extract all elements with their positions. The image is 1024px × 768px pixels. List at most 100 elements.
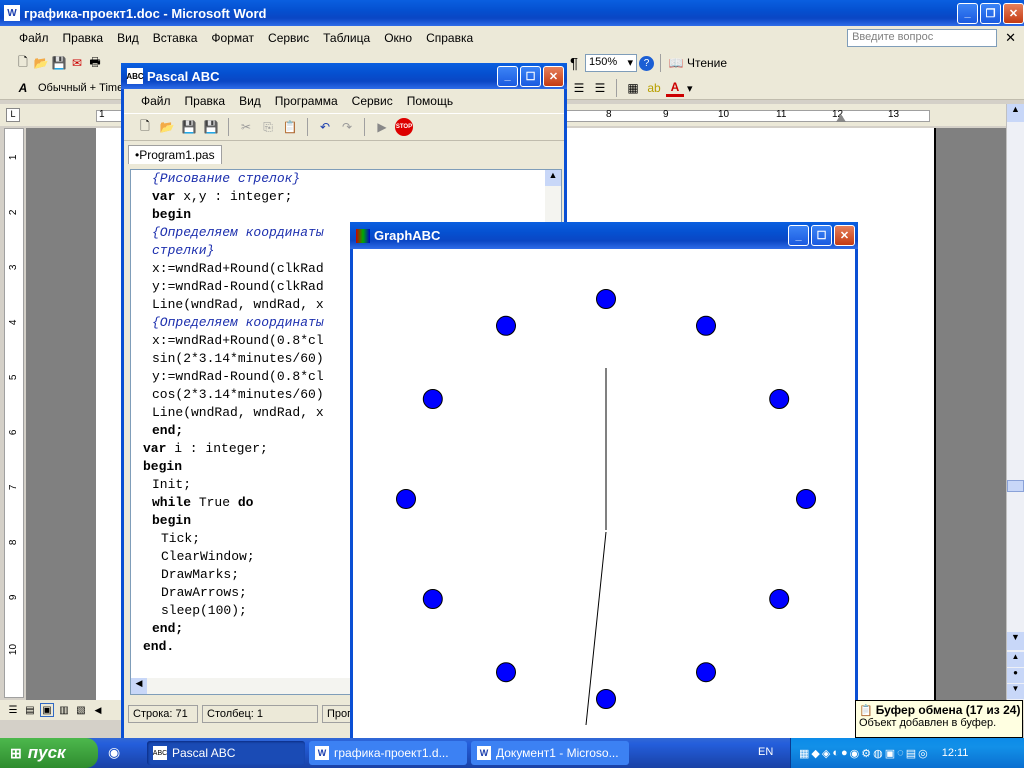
word-menu-window[interactable]: Окно xyxy=(377,31,419,45)
clock-canvas xyxy=(396,289,816,726)
scroll-up-arrow-icon[interactable]: ▲ xyxy=(545,170,561,186)
save-all-icon[interactable]: 💾 xyxy=(202,118,220,136)
undo-icon[interactable]: ↶ xyxy=(316,118,334,136)
styles-icon[interactable]: A xyxy=(14,79,32,97)
tray-app-icon[interactable]: ▤ xyxy=(906,747,916,760)
open-folder-icon[interactable]: 📂 xyxy=(32,54,50,72)
graph-minimize-button[interactable]: _ xyxy=(788,225,809,246)
permission-icon[interactable]: ✉ xyxy=(68,54,86,72)
ruler-tab-selector[interactable]: L xyxy=(6,108,20,122)
pascal-menu-service[interactable]: Сервис xyxy=(345,94,400,108)
paste-icon[interactable]: 📋 xyxy=(281,118,299,136)
cut-icon[interactable]: ✂ xyxy=(237,118,255,136)
help-icon[interactable]: ? xyxy=(639,55,654,71)
taskbar-button-pascal[interactable]: ABC Pascal ABC xyxy=(147,741,305,765)
decrease-indent-icon[interactable]: ☰ xyxy=(570,79,588,97)
run-icon[interactable]: ▶ xyxy=(373,118,391,136)
borders-icon[interactable]: ▦ xyxy=(624,79,642,97)
new-file-icon[interactable]: 🗋 xyxy=(136,118,154,136)
zoom-select[interactable]: 150% ▾ xyxy=(585,54,637,72)
close-doc-icon[interactable]: ✕ xyxy=(997,30,1024,46)
redo-icon[interactable]: ↷ xyxy=(338,118,356,136)
word-menu-insert[interactable]: Вставка xyxy=(146,31,205,45)
open-file-icon[interactable]: 📂 xyxy=(158,118,176,136)
ask-question-input[interactable]: Введите вопрос xyxy=(847,29,998,47)
highlight-icon[interactable]: ab xyxy=(645,79,663,97)
tray-app-icon[interactable]: ◆ xyxy=(811,747,819,760)
scroll-left-arrow-icon[interactable]: ◀ xyxy=(131,678,147,694)
stop-icon[interactable]: STOP xyxy=(395,118,413,136)
next-page-icon[interactable]: ▼ xyxy=(1007,684,1024,699)
print-icon[interactable]: 🖶 xyxy=(86,54,104,72)
print-view-icon[interactable]: ▣ xyxy=(40,703,54,717)
save-icon[interactable]: 💾 xyxy=(50,54,68,72)
word-minimize-button[interactable]: _ xyxy=(957,2,978,24)
scroll-thumb[interactable] xyxy=(1007,480,1024,492)
pascal-menu-program[interactable]: Программа xyxy=(268,94,345,108)
increase-indent-icon[interactable]: ☰ xyxy=(591,79,609,97)
scroll-up-arrow-icon[interactable]: ▲ xyxy=(1007,104,1024,122)
pascal-close-button[interactable]: ✕ xyxy=(543,65,564,87)
read-mode-icon[interactable]: 📖 xyxy=(667,54,685,72)
right-indent-marker[interactable] xyxy=(836,114,846,122)
pascal-menu-help[interactable]: Помощь xyxy=(400,94,460,108)
graph-close-button[interactable]: ✕ xyxy=(834,225,855,246)
word-close-button[interactable]: ✕ xyxy=(1003,2,1024,24)
font-color-icon[interactable]: A xyxy=(666,79,684,97)
pascal-menu-file[interactable]: Файл xyxy=(134,94,178,108)
word-menu-view[interactable]: Вид xyxy=(110,31,146,45)
pascal-tab-strip: •Program1.pas xyxy=(124,141,564,165)
scroll-down-arrow-icon[interactable]: ▼ xyxy=(1007,632,1024,650)
reading-view-icon[interactable]: ▥ xyxy=(57,703,71,717)
tray-app-icon[interactable]: ⚙ xyxy=(861,747,871,760)
tray-app-icon[interactable]: ▣ xyxy=(885,747,895,760)
word-vertical-scrollbar[interactable]: ▲ ▼ ▲ ● ▼ xyxy=(1006,104,1024,700)
word-menu-format[interactable]: Формат xyxy=(204,31,261,45)
word-menu-edit[interactable]: Правка xyxy=(56,31,111,45)
code-line: {Рисование стрелок} xyxy=(152,171,301,186)
word-menu-file[interactable]: Файл xyxy=(12,31,56,45)
normal-view-icon[interactable]: ☰ xyxy=(6,703,20,717)
taskbar-button-word-doc[interactable]: W графика-проект1.d... xyxy=(309,741,467,765)
word-menu-table[interactable]: Таблица xyxy=(316,31,377,45)
tray-app-icon[interactable]: ● xyxy=(841,747,848,759)
outline-view-icon[interactable]: ▧ xyxy=(74,703,88,717)
word-maximize-button[interactable]: ❐ xyxy=(980,2,1001,24)
style-name[interactable]: Обычный + Time xyxy=(38,82,123,94)
hour-mark-dot xyxy=(769,389,790,409)
tray-speaker-icon[interactable]: ◐ xyxy=(832,747,839,759)
new-doc-icon[interactable]: 🗋 xyxy=(14,54,32,72)
pascal-minimize-button[interactable]: _ xyxy=(497,65,518,87)
pascal-menu-edit[interactable]: Правка xyxy=(178,94,233,108)
select-browse-object-icon[interactable]: ● xyxy=(1007,668,1024,683)
start-button[interactable]: ⊞ пуск xyxy=(0,738,98,768)
pilcrow-icon[interactable]: ¶ xyxy=(565,54,583,72)
taskbar-label: Документ1 - Microso... xyxy=(496,746,619,760)
web-view-icon[interactable]: ▤ xyxy=(23,703,37,717)
word-menu-tools[interactable]: Сервис xyxy=(261,31,316,45)
tray-app-icon[interactable]: ◍ xyxy=(873,747,883,760)
taskbar-button-document1[interactable]: W Документ1 - Microso... xyxy=(471,741,629,765)
ruler-number: 13 xyxy=(888,109,900,120)
clipboard-notification[interactable]: 📋 Буфер обмена (17 из 24) Объект добавлен… xyxy=(855,700,1023,738)
tray-app-icon[interactable]: ◈ xyxy=(822,747,830,760)
tab-program1[interactable]: •Program1.pas xyxy=(128,145,222,164)
prev-page-icon[interactable]: ▲ xyxy=(1007,652,1024,667)
graph-titlebar: GraphABC _ ☐ ✕ xyxy=(350,222,858,249)
scroll-left-arrow-icon[interactable]: ◀ xyxy=(91,703,105,717)
tray-app-icon[interactable]: ◉ xyxy=(850,747,860,760)
language-indicator[interactable]: EN xyxy=(758,746,773,758)
word-menu-help[interactable]: Справка xyxy=(419,31,480,45)
chevron-down-icon[interactable]: ▾ xyxy=(687,82,693,95)
tray-network-icon[interactable]: ▦ xyxy=(799,747,809,760)
pascal-maximize-button[interactable]: ☐ xyxy=(520,65,541,87)
graph-maximize-button[interactable]: ☐ xyxy=(811,225,832,246)
save-file-icon[interactable]: 💾 xyxy=(180,118,198,136)
tray-app-icon[interactable]: ◎ xyxy=(918,747,928,760)
pascal-menu-view[interactable]: Вид xyxy=(232,94,268,108)
quicklaunch-icon[interactable]: ◉ xyxy=(108,744,120,761)
tray-app-icon[interactable]: ◌ xyxy=(897,747,904,759)
hour-mark-dot xyxy=(496,315,516,336)
read-mode-button[interactable]: Чтение xyxy=(687,56,727,70)
copy-icon[interactable]: ⎘ xyxy=(259,118,277,136)
